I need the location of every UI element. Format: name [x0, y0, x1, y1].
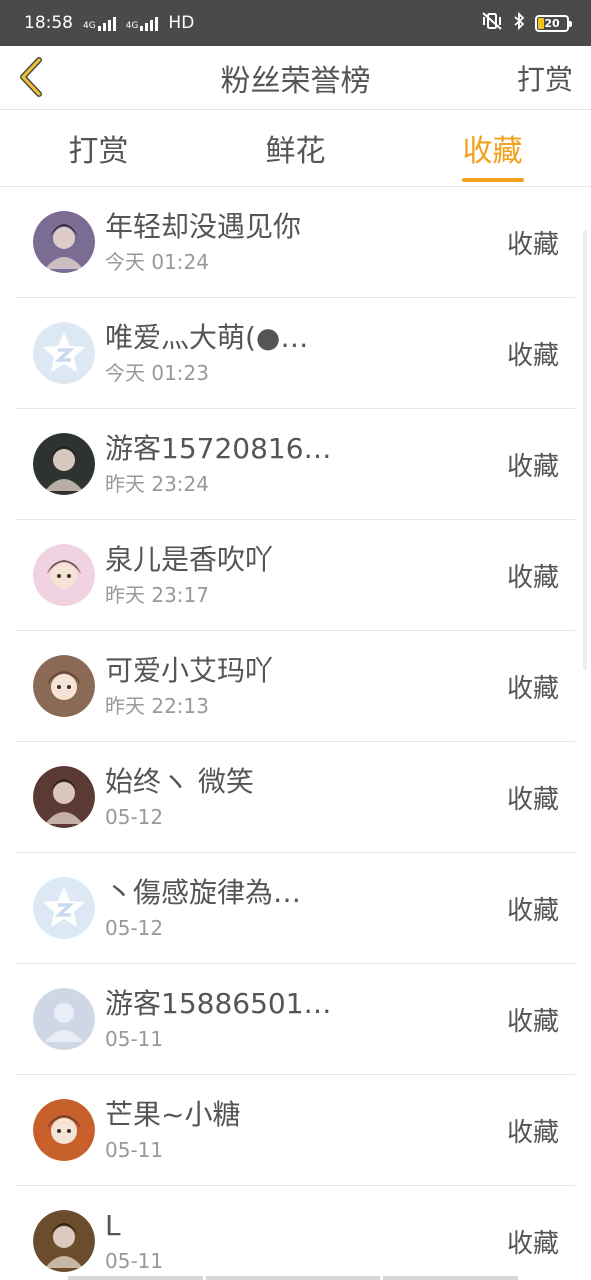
list-item-info: 唯爱灬大萌(●… 今天 01:23 — [105, 321, 507, 385]
list-item[interactable]: 唯爱灬大萌(●… 今天 01:23 收藏 — [16, 298, 575, 409]
tab-bar: 打赏 鲜花 收藏 — [0, 110, 591, 187]
back-button[interactable] — [12, 54, 52, 100]
timestamp: 昨天 23:17 — [105, 583, 209, 607]
list-item[interactable]: 年轻却没遇见你 今天 01:24 收藏 — [16, 187, 575, 298]
list-item-info: 始终ヽ 微笑 05-12 — [105, 765, 507, 829]
favorite-label: 收藏 — [506, 784, 559, 815]
list-item[interactable]: 游客15720816… 昨天 23:24 收藏 — [16, 409, 575, 520]
reward-button[interactable]: 打赏 — [517, 58, 573, 98]
timestamp: 05-12 — [105, 805, 164, 829]
timestamp: 昨天 23:24 — [105, 472, 209, 496]
avatar[interactable] — [33, 1210, 95, 1272]
list-item-info: 泉儿是香吹吖昨天 23:17 — [105, 543, 507, 607]
user-name: 丶傷感旋律為… — [105, 876, 302, 909]
user-name: 游客15720816… — [105, 432, 332, 465]
hd-label: HD — [168, 13, 195, 33]
timestamp: 昨天 22:13 — [105, 694, 209, 718]
avatar[interactable] — [33, 1099, 95, 1161]
list-item-info: 可爱小艾玛吖昨天 22:13 — [105, 654, 507, 718]
list-item[interactable]: 游客15886501… 05-11 收藏 — [16, 964, 575, 1075]
list-item[interactable]: 可爱小艾玛吖 昨天 22:13 收藏 — [16, 631, 575, 742]
chevron-left-icon — [20, 57, 42, 97]
bottom-indicator — [68, 1276, 518, 1280]
signal-1-icon: 4G — [83, 16, 116, 31]
timestamp: 05-11 — [105, 1249, 164, 1273]
avatar[interactable] — [33, 877, 95, 939]
user-name: 可爱小艾玛吖 — [105, 654, 274, 687]
favorite-label: 收藏 — [506, 451, 559, 482]
vibrate-icon — [481, 11, 503, 35]
user-name: 游客15886501… — [105, 987, 332, 1020]
list-item[interactable]: L 05-11 收藏 — [16, 1186, 575, 1280]
favorite-label: 收藏 — [506, 1006, 559, 1037]
tab-favorites[interactable]: 收藏 — [394, 110, 591, 186]
scrollbar[interactable] — [583, 230, 587, 670]
list-item-info: L 05-11 — [105, 1209, 507, 1273]
page-title: 粉丝荣誉榜 — [220, 63, 371, 99]
list-item[interactable]: 丶傷感旋律為… 05-12 收藏 — [16, 853, 575, 964]
favorite-label: 收藏 — [506, 340, 559, 371]
favorite-label: 收藏 — [506, 562, 559, 593]
favorite-label: 收藏 — [506, 895, 559, 926]
favorite-label: 收藏 — [506, 1117, 559, 1148]
avatar[interactable] — [33, 322, 95, 384]
timestamp: 今天 01:23 — [105, 361, 209, 385]
avatar[interactable] — [33, 988, 95, 1050]
list-item-info: 游客15720816… 昨天 23:24 — [105, 432, 507, 496]
tab-flowers[interactable]: 鲜花 — [197, 110, 394, 186]
signal-2-icon: 4G — [126, 16, 159, 31]
avatar[interactable] — [33, 544, 95, 606]
user-name: 芒果~小糖 — [105, 1098, 241, 1131]
bluetooth-icon — [513, 11, 525, 35]
list-item-info: 游客15886501… 05-11 — [105, 987, 507, 1051]
list-item-info: 丶傷感旋律為… 05-12 — [105, 876, 507, 940]
list-item[interactable]: 始终ヽ 微笑 05-12 收藏 — [16, 742, 575, 853]
user-name: 唯爱灬大萌(●… — [105, 321, 309, 354]
avatar[interactable] — [33, 766, 95, 828]
list-item[interactable]: 芒果~小糖 05-11 收藏 — [16, 1075, 575, 1186]
favorite-label: 收藏 — [506, 229, 559, 260]
nav-bar: 粉丝荣誉榜 打赏 — [0, 46, 591, 110]
user-name: 泉儿是香吹吖 — [105, 543, 274, 576]
tab-reward[interactable]: 打赏 — [0, 110, 197, 186]
avatar[interactable] — [33, 211, 95, 273]
user-name: 年轻却没遇见你 — [105, 210, 302, 243]
status-time: 18:58 — [24, 13, 73, 33]
status-bar: 18:58 4G 4G HD 20 — [0, 0, 591, 46]
avatar[interactable] — [33, 655, 95, 717]
user-name: L — [105, 1209, 121, 1242]
user-name: 始终ヽ 微笑 — [105, 765, 254, 798]
timestamp: 05-11 — [105, 1027, 164, 1051]
battery-icon: 20 — [535, 14, 572, 32]
list-item[interactable]: 泉儿是香吹吖 昨天 23:17 收藏 — [16, 520, 575, 631]
timestamp: 05-12 — [105, 916, 164, 940]
fan-list: 年轻却没遇见你 今天 01:24 收藏 唯爱灬大萌(●… 今天 01:23 收藏 游客157… — [0, 187, 591, 1280]
avatar[interactable] — [33, 433, 95, 495]
favorite-label: 收藏 — [506, 673, 559, 704]
timestamp: 05-11 — [105, 1138, 164, 1162]
timestamp: 今天 01:24 — [105, 250, 209, 274]
list-item-info: 年轻却没遇见你今天 01:24 — [105, 210, 507, 274]
list-item-info: 芒果~小糖 05-11 — [105, 1098, 507, 1162]
tab-active-indicator — [461, 178, 524, 182]
favorite-label: 收藏 — [506, 1228, 559, 1259]
